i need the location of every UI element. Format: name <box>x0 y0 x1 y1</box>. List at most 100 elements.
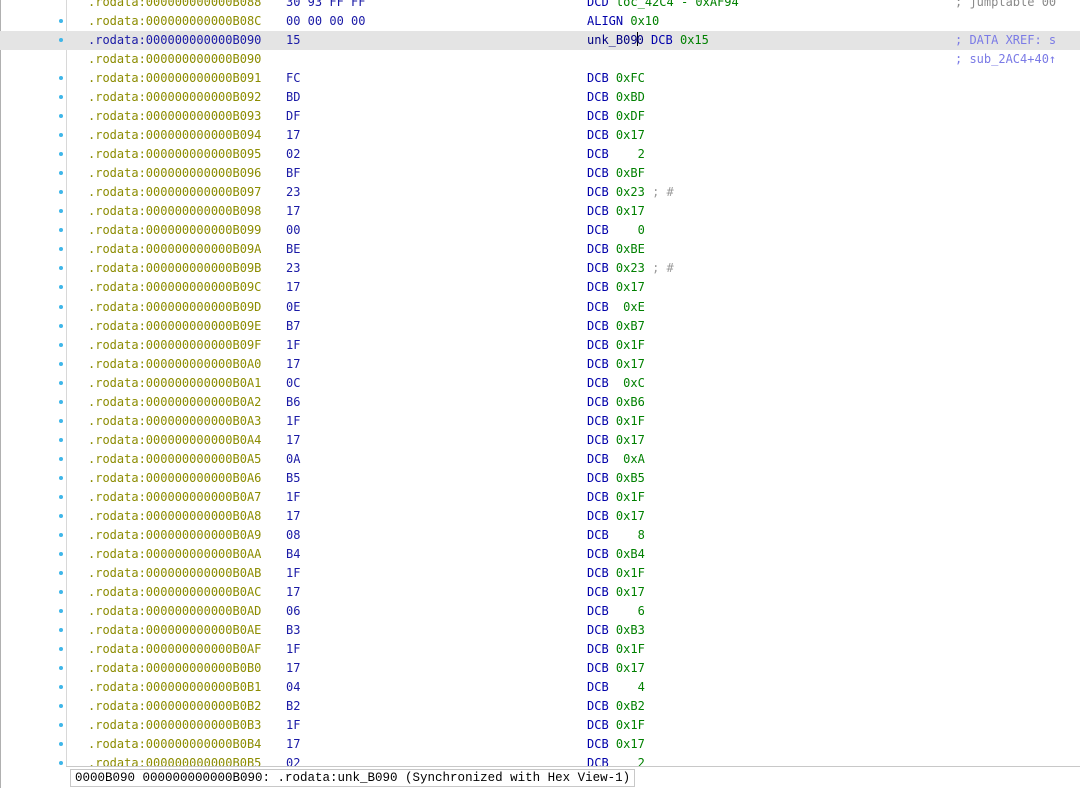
listing-row[interactable]: .rodata:000000000000B0A7 1F DCB 0x1F <box>0 488 1080 507</box>
row-address[interactable]: .rodata:000000000000B09E <box>88 317 261 336</box>
flow-dot-icon[interactable] <box>59 589 63 594</box>
row-address[interactable]: .rodata:000000000000B0B0 <box>88 659 261 678</box>
flow-dot-icon[interactable] <box>59 285 63 290</box>
row-operand[interactable]: 8 <box>616 528 645 542</box>
row-operand[interactable]: 0x23 <box>616 261 645 275</box>
row-address[interactable]: .rodata:000000000000B0AA <box>88 545 261 564</box>
row-instruction[interactable]: DCB 8 <box>587 526 645 545</box>
row-operand[interactable]: 0x17 <box>616 509 645 523</box>
row-address[interactable]: .rodata:000000000000B0B2 <box>88 697 261 716</box>
listing-row[interactable]: .rodata:000000000000B090 ; sub_2AC4+40↑ <box>0 50 1080 69</box>
listing-row[interactable]: .rodata:000000000000B09A BE DCB 0xBE <box>0 240 1080 259</box>
row-instruction[interactable]: DCB 0xDF <box>587 107 645 126</box>
row-instruction[interactable]: DCB 0xB7 <box>587 317 645 336</box>
row-instruction[interactable]: DCB 0x17 <box>587 278 645 297</box>
row-instruction[interactable]: DCB 0x17 <box>587 202 645 221</box>
row-operand[interactable]: 4 <box>616 680 645 694</box>
row-address[interactable]: .rodata:000000000000B09F <box>88 336 261 355</box>
listing-row[interactable]: .rodata:000000000000B0B2 B2 DCB 0xB2 <box>0 697 1080 716</box>
row-instruction[interactable]: DCB 0x17 <box>587 583 645 602</box>
row-instruction[interactable]: DCB 0 <box>587 221 645 240</box>
row-operand[interactable]: 0x15 <box>680 33 709 47</box>
flow-dot-icon[interactable] <box>59 761 63 766</box>
listing-row[interactable]: .rodata:000000000000B0A1 0C DCB 0xC <box>0 374 1080 393</box>
row-instruction[interactable]: DCB 0xBF <box>587 164 645 183</box>
flow-dot-icon[interactable] <box>59 247 63 252</box>
listing-row[interactable]: .rodata:000000000000B088 30 93 FF FF DCD l… <box>0 0 1080 12</box>
row-instruction[interactable]: DCB 0x1F <box>587 488 645 507</box>
row-label-tail[interactable]: 0 <box>637 33 644 47</box>
row-instruction[interactable]: DCB 0x17 <box>587 659 645 678</box>
row-operand[interactable]: 0x1F <box>616 566 645 580</box>
row-operand[interactable]: 0x17 <box>616 737 645 751</box>
row-address[interactable]: .rodata:000000000000B0B4 <box>88 735 261 754</box>
row-operand[interactable]: 0x17 <box>616 128 645 142</box>
row-operand[interactable]: 0xC <box>616 376 645 390</box>
row-address[interactable]: .rodata:000000000000B096 <box>88 164 261 183</box>
listing-row[interactable]: .rodata:000000000000B09C 17 DCB 0x17 <box>0 278 1080 297</box>
row-address[interactable]: .rodata:000000000000B098 <box>88 202 261 221</box>
row-instruction[interactable]: DCB 0x17 <box>587 735 645 754</box>
row-instruction[interactable]: DCB 0x1F <box>587 564 645 583</box>
row-instruction[interactable]: DCB 0x17 <box>587 431 645 450</box>
flow-dot-icon[interactable] <box>59 380 63 385</box>
listing-row[interactable]: .rodata:000000000000B09F 1F DCB 0x1F <box>0 336 1080 355</box>
flow-dot-icon[interactable] <box>59 399 63 404</box>
row-address[interactable]: .rodata:000000000000B0AB <box>88 564 261 583</box>
row-instruction[interactable]: DCB 0xB3 <box>587 621 645 640</box>
flow-dot-icon[interactable] <box>59 266 63 271</box>
listing-row[interactable]: .rodata:000000000000B0B5 02 DCB 2 <box>0 754 1080 766</box>
row-instruction[interactable]: DCB 0x1F <box>587 640 645 659</box>
row-operand[interactable]: 0xFC <box>616 71 645 85</box>
listing-row[interactable]: .rodata:000000000000B097 23 DCB 0x23 ; # <box>0 183 1080 202</box>
listing-row[interactable]: .rodata:000000000000B091 FC DCB 0xFC <box>0 69 1080 88</box>
row-operand[interactable]: 0x10 <box>630 14 659 28</box>
flow-dot-icon[interactable] <box>59 323 63 328</box>
row-instruction[interactable]: DCB 0x17 <box>587 507 645 526</box>
row-instruction[interactable]: DCB 0x1F <box>587 336 645 355</box>
flow-dot-icon[interactable] <box>59 437 63 442</box>
row-instruction[interactable]: DCB 0xB4 <box>587 545 645 564</box>
listing-row[interactable]: .rodata:000000000000B099 00 DCB 0 <box>0 221 1080 240</box>
row-operand[interactable]: 0 <box>616 223 645 237</box>
row-address[interactable]: .rodata:000000000000B0A0 <box>88 355 261 374</box>
row-instruction[interactable]: DCB 0x17 <box>587 126 645 145</box>
listing-row[interactable]: .rodata:000000000000B0A4 17 DCB 0x17 <box>0 431 1080 450</box>
row-instruction[interactable]: DCB 0xB2 <box>587 697 645 716</box>
row-operand[interactable]: 0x23 <box>616 185 645 199</box>
row-instruction[interactable]: DCB 6 <box>587 602 645 621</box>
row-address[interactable]: .rodata:000000000000B091 <box>88 69 261 88</box>
row-instruction[interactable]: DCB 0x23 ; # <box>587 183 674 202</box>
listing-row[interactable]: .rodata:000000000000B0A9 08 DCB 8 <box>0 526 1080 545</box>
listing-row[interactable]: .rodata:000000000000B095 02 DCB 2 <box>0 145 1080 164</box>
row-operand[interactable]: 6 <box>616 604 645 618</box>
listing-row[interactable]: .rodata:000000000000B0A2 B6 DCB 0xB6 <box>0 393 1080 412</box>
row-instruction[interactable]: DCB 0x17 <box>587 355 645 374</box>
row-address[interactable]: .rodata:000000000000B0AE <box>88 621 261 640</box>
flow-dot-icon[interactable] <box>59 228 63 233</box>
flow-dot-icon[interactable] <box>59 513 63 518</box>
row-address[interactable]: .rodata:000000000000B0A5 <box>88 450 261 469</box>
row-operand[interactable]: 2 <box>616 756 645 766</box>
flow-dot-icon[interactable] <box>59 742 63 747</box>
row-operand[interactable]: 0x1F <box>616 338 645 352</box>
row-address[interactable]: .rodata:000000000000B095 <box>88 145 261 164</box>
xref-comment[interactable]: ; sub_2AC4+40↑ <box>955 50 1056 69</box>
row-address[interactable]: .rodata:000000000000B0A7 <box>88 488 261 507</box>
flow-dot-icon[interactable] <box>59 361 63 366</box>
row-instruction[interactable]: DCB 0xBE <box>587 240 645 259</box>
listing-row[interactable]: .rodata:000000000000B0B0 17 DCB 0x17 <box>0 659 1080 678</box>
flow-dot-icon[interactable] <box>59 19 63 24</box>
row-instruction[interactable]: DCB 0xC <box>587 374 645 393</box>
flow-dot-icon[interactable] <box>59 570 63 575</box>
flow-dot-icon[interactable] <box>59 666 63 671</box>
listing-row[interactable]: .rodata:000000000000B0B4 17 DCB 0x17 <box>0 735 1080 754</box>
listing-row[interactable]: .rodata:000000000000B0A8 17 DCB 0x17 <box>0 507 1080 526</box>
listing-row[interactable]: .rodata:000000000000B092 BD DCB 0xBD <box>0 88 1080 107</box>
row-address[interactable]: .rodata:000000000000B088 <box>88 0 261 12</box>
row-instruction[interactable]: DCB 0x1F <box>587 412 645 431</box>
row-address[interactable]: .rodata:000000000000B0A9 <box>88 526 261 545</box>
listing-row[interactable]: .rodata:000000000000B0AE B3 DCB 0xB3 <box>0 621 1080 640</box>
flow-dot-icon[interactable] <box>59 76 63 81</box>
row-operand[interactable]: 0xBE <box>616 242 645 256</box>
